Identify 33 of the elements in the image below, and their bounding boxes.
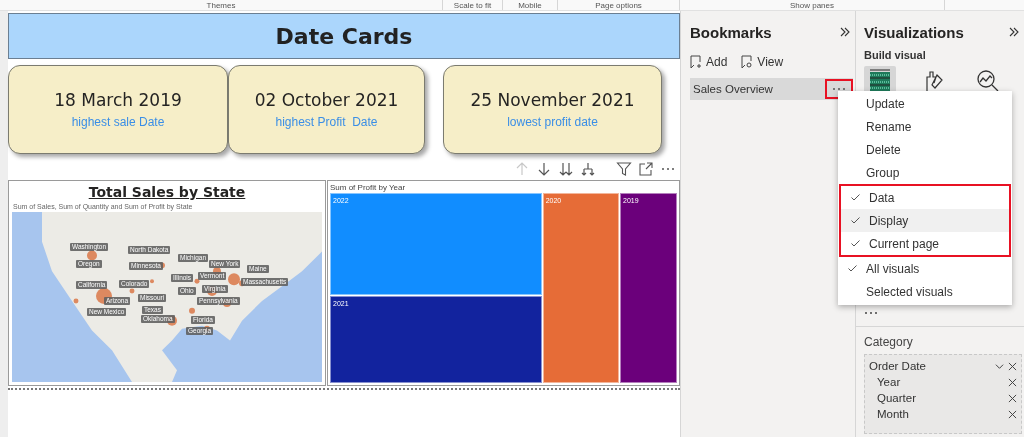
- add-bookmark-button[interactable]: Add: [690, 55, 728, 69]
- menu-item[interactable]: Delete: [838, 138, 1012, 161]
- field-name[interactable]: Order Date: [869, 360, 926, 372]
- card-label: highest Profit Date: [275, 115, 378, 129]
- menu-item[interactable]: Selected visuals: [838, 280, 1012, 303]
- ribbon-group-label: Mobile: [518, 0, 542, 10]
- ribbon-group-label: Themes: [206, 0, 236, 10]
- section-heading: Build visual: [864, 49, 927, 61]
- bookmark-name: Sales Overview: [693, 83, 773, 95]
- card-label: highest sale Date: [71, 115, 165, 129]
- pane-title: Bookmarks: [690, 23, 772, 41]
- ribbon-group-label: Show panes: [790, 0, 834, 10]
- card-value: 18 March 2019: [54, 90, 182, 110]
- field-level[interactable]: Year: [877, 376, 901, 388]
- card-value: 02 October 2021: [254, 90, 399, 110]
- menu-item[interactable]: Update: [838, 92, 1012, 115]
- field-level[interactable]: Month: [877, 408, 909, 420]
- visual-title: Total Sales by State: [87, 184, 247, 201]
- pane-title: Visualizations: [864, 23, 964, 41]
- menu-item[interactable]: Rename: [838, 115, 1012, 138]
- visual-title: Sum of Profit by Year: [330, 182, 407, 193]
- ribbon-group-label: Page options: [595, 0, 642, 10]
- card-label: lowest profit date: [507, 115, 598, 129]
- view-button[interactable]: View: [741, 55, 784, 69]
- well-label: Category: [864, 335, 914, 349]
- card-value: 25 November 2021: [470, 90, 635, 110]
- ribbon-group-label: Scale to fit: [453, 0, 492, 10]
- field-level[interactable]: Quarter: [877, 392, 916, 404]
- menu-item[interactable]: Display: [841, 209, 1009, 232]
- banner-title: Date Cards: [275, 23, 413, 49]
- menu-item[interactable]: All visuals: [838, 257, 1012, 280]
- menu-item[interactable]: Group: [838, 161, 1012, 184]
- bookmark-item[interactable]: Sales Overview: [690, 78, 853, 100]
